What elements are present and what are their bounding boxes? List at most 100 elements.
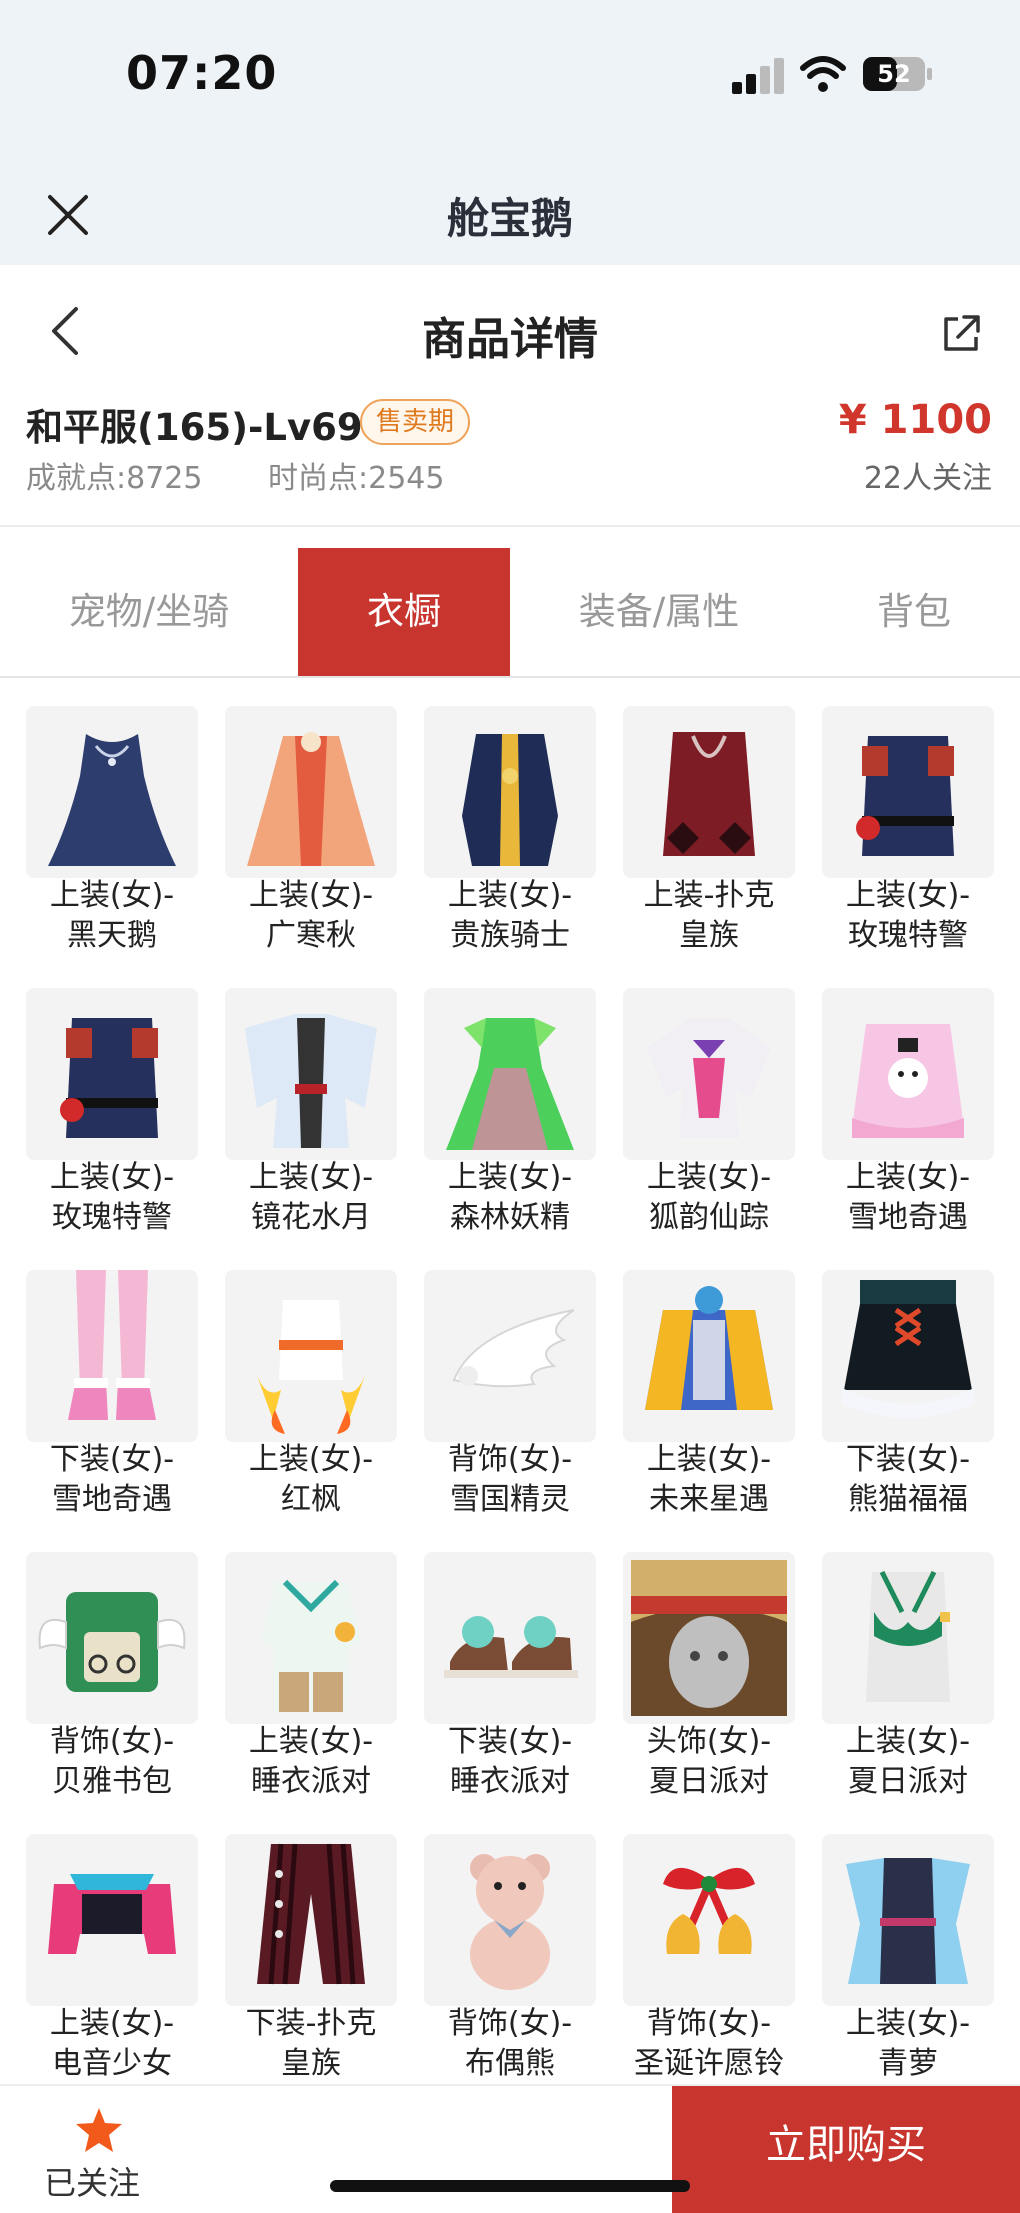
- pink-jacket-icon: [26, 1834, 198, 2006]
- green-fairy-dress-icon: [424, 988, 596, 1160]
- orange-robe-icon: [225, 706, 397, 878]
- item-type: 下装(女)-: [447, 1724, 573, 1759]
- item-name: 圣诞许愿铃: [634, 2046, 784, 2081]
- wardrobe-item[interactable]: 背饰(女)- 贝雅书包: [26, 1552, 198, 1824]
- page-title: 商品详情: [422, 314, 598, 365]
- wardrobe-item[interactable]: 上装(女)- 镜花水月: [225, 988, 397, 1260]
- buy-now-button[interactable]: 立即购买: [672, 2086, 1020, 2213]
- tab-wardrobe[interactable]: 衣橱: [298, 548, 510, 676]
- wardrobe-item[interactable]: 上装(女)- 玫瑰特警: [26, 988, 198, 1260]
- item-name: 未来星遇: [649, 1482, 769, 1517]
- item-type: 上装(女)-: [646, 1442, 772, 1477]
- pajama-top-icon: [225, 1552, 397, 1724]
- wifi-icon: [800, 56, 846, 92]
- blue-dress-icon: [822, 1834, 994, 2006]
- navy-uniform-icon: [26, 988, 198, 1160]
- item-type: 背饰(女)-: [49, 1724, 175, 1759]
- christmas-bell-icon: [623, 1834, 795, 2006]
- tab-pets-mounts[interactable]: 宠物/坐骑: [0, 548, 298, 676]
- item-name: 狐韵仙踪: [649, 1200, 769, 1235]
- wardrobe-item[interactable]: 上装(女)- 雪地奇遇: [822, 988, 994, 1260]
- item-name: 夏日派对: [649, 1764, 769, 1799]
- wardrobe-item[interactable]: 背饰(女)- 圣诞许愿铃: [623, 1834, 795, 2086]
- item-type: 上装(女)-: [248, 1724, 374, 1759]
- item-name: 玫瑰特警: [848, 918, 968, 953]
- striped-pants-icon: [225, 1834, 397, 2006]
- pink-boots-icon: [26, 1270, 198, 1442]
- item-type: 上装-扑克: [643, 878, 775, 913]
- item-name: 广寒秋: [266, 918, 356, 953]
- product-price: ¥ 1100: [838, 397, 992, 443]
- product-summary: 和平服(165)-Lv69 售卖期 ¥ 1100 成就点:8725 时尚点:25…: [0, 395, 1020, 527]
- item-type: 下装(女)-: [845, 1442, 971, 1477]
- star-icon[interactable]: [74, 2106, 124, 2154]
- item-name: 皇族: [679, 918, 739, 953]
- navy-uniform-icon: [822, 706, 994, 878]
- wardrobe-item[interactable]: 上装(女)- 电音少女: [26, 1834, 198, 2086]
- green-bikini-top-icon: [822, 1552, 994, 1724]
- wardrobe-item[interactable]: 上装(女)- 黑天鹅: [26, 706, 198, 978]
- wardrobe-grid: 上装(女)- 黑天鹅 上装(女)- 广寒秋 上装(女)- 贵族骑士 上装-扑克 皇族 上…: [0, 706, 1020, 2086]
- wardrobe-item[interactable]: 上装(女)- 贵族骑士: [424, 706, 596, 978]
- item-type: 背饰(女)-: [447, 2006, 573, 2041]
- app-title: 舱宝鹅: [446, 194, 573, 243]
- item-name: 贝雅书包: [52, 1764, 172, 1799]
- wardrobe-item[interactable]: 上装(女)- 睡衣派对: [225, 1552, 397, 1824]
- item-name: 雪国精灵: [450, 1482, 570, 1517]
- wardrobe-item[interactable]: 上装(女)- 未来星遇: [623, 1270, 795, 1542]
- share-icon[interactable]: [940, 313, 982, 355]
- follower-count: 22人关注: [863, 461, 992, 496]
- item-type: 上装(女)-: [646, 1160, 772, 1195]
- straw-hat-icon: [623, 1552, 795, 1724]
- fashion-points: 时尚点:2545: [268, 461, 445, 496]
- maple-outfit-icon: [225, 1270, 397, 1442]
- pink-snow-dress-icon: [822, 988, 994, 1160]
- slippers-icon: [424, 1552, 596, 1724]
- item-name: 夏日派对: [848, 1764, 968, 1799]
- wardrobe-item[interactable]: 上装-扑克皇族: [623, 706, 795, 978]
- wardrobe-item[interactable]: 上装(女)- 青萝: [822, 1834, 994, 2086]
- battery-level: 52: [877, 60, 911, 88]
- item-name: 黑天鹅: [67, 918, 157, 953]
- item-type: 上装(女)-: [248, 1442, 374, 1477]
- wardrobe-item[interactable]: 下装-扑克 皇族: [225, 1834, 397, 2086]
- item-name: 皇族: [281, 2046, 341, 2081]
- item-type: 背饰(女)-: [646, 2006, 772, 2041]
- winged-backpack-icon: [26, 1552, 198, 1724]
- wardrobe-item[interactable]: 上装(女)- 夏日派对: [822, 1552, 994, 1824]
- wardrobe-item[interactable]: 下装(女)- 雪地奇遇: [26, 1270, 198, 1542]
- item-type: 头饰(女)-: [646, 1724, 772, 1759]
- wardrobe-item[interactable]: 上装(女)- 玫瑰特警: [822, 706, 994, 978]
- wardrobe-item[interactable]: 背饰(女)- 雪国精灵: [424, 1270, 596, 1542]
- wardrobe-item[interactable]: 上装(女)- 狐韵仙踪: [623, 988, 795, 1260]
- white-wing-icon: [424, 1270, 596, 1442]
- status-badge: 售卖期: [360, 399, 471, 445]
- wardrobe-item[interactable]: 头饰(女)- 夏日派对: [623, 1552, 795, 1824]
- wardrobe-item[interactable]: 下装(女)- 睡衣派对: [424, 1552, 596, 1824]
- item-type: 上装(女)-: [845, 1160, 971, 1195]
- wardrobe-item[interactable]: 上装(女)- 红枫: [225, 1270, 397, 1542]
- wardrobe-item[interactable]: 下装(女)- 熊猫福福: [822, 1270, 994, 1542]
- item-type: 上装(女)-: [248, 1160, 374, 1195]
- item-type: 上装(女)-: [447, 1160, 573, 1195]
- item-type: 上装(女)-: [845, 878, 971, 913]
- red-poker-coat-icon: [623, 706, 795, 878]
- wardrobe-item[interactable]: 上装(女)- 森林妖精: [424, 988, 596, 1260]
- knight-coat-icon: [424, 706, 596, 878]
- item-type: 上装(女)-: [845, 1724, 971, 1759]
- nav-bar: 商品详情: [0, 265, 1020, 395]
- tab-equipment-attributes[interactable]: 装备/属性: [510, 548, 808, 676]
- follow-label[interactable]: 已关注: [44, 2158, 140, 2204]
- item-type: 上装(女)-: [49, 2006, 175, 2041]
- wardrobe-item[interactable]: 背饰(女)- 布偶熊: [424, 1834, 596, 2086]
- panda-skirt-icon: [822, 1270, 994, 1442]
- cellular-signal-icon: [732, 58, 784, 94]
- tab-backpack[interactable]: 背包: [808, 548, 1020, 676]
- dark-blue-dress-icon: [26, 706, 198, 878]
- mini-program-header: 舱宝鹅: [0, 165, 1020, 265]
- achievement-points: 成就点:8725: [26, 461, 203, 496]
- battery-icon: 52: [862, 56, 934, 92]
- teddy-bear-icon: [424, 1834, 596, 2006]
- wardrobe-item[interactable]: 上装(女)- 广寒秋: [225, 706, 397, 978]
- item-name: 睡衣派对: [450, 1764, 570, 1799]
